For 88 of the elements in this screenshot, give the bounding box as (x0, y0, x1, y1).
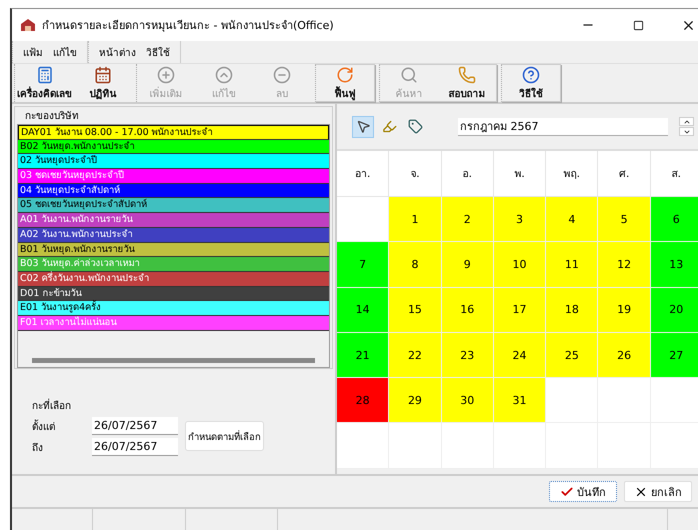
day-cell[interactable]: 31 (494, 378, 546, 424)
toolbar-button[interactable]: วิธีใช้ (502, 65, 560, 101)
save-button[interactable]: บันทึก (549, 481, 617, 502)
shift-item[interactable]: 02 วันหยุดประจำปี (18, 154, 329, 170)
empty-day-cell (442, 423, 494, 469)
day-cell[interactable]: 13 (650, 242, 698, 288)
panel-title: กะของบริษัท (24, 110, 80, 124)
day-cell[interactable]: 28 (337, 378, 390, 424)
empty-day-cell (337, 423, 390, 469)
day-cell[interactable]: 18 (546, 288, 598, 333)
cancel-button[interactable]: ยกเลิก (624, 481, 692, 502)
section-label: กะที่เลือก (32, 398, 72, 412)
empty-day-cell (494, 423, 546, 469)
day-cell[interactable]: 14 (337, 288, 390, 333)
tag-icon (408, 119, 422, 134)
shift-item[interactable]: DAY01 วันงาน 08.00 - 17.00 พนักงานประจำ (18, 125, 329, 140)
menu-item[interactable]: แฟ้ม (23, 44, 43, 60)
day-cell[interactable]: 30 (442, 378, 494, 424)
minus-icon (273, 66, 291, 84)
calculator-icon (36, 66, 54, 84)
shift-item[interactable]: A02 วันงาน.พนักงานประจำ (18, 228, 329, 242)
day-cell[interactable]: 1 (389, 197, 442, 242)
window-title: กำหนดรายละเอียดการหมุนเวียนกะ - พนักงานประจำ(Office) (42, 18, 335, 34)
day-cell[interactable]: 7 (337, 242, 390, 288)
menu-item[interactable]: แก้ไข (53, 44, 77, 60)
day-cell[interactable]: 24 (494, 332, 546, 378)
day-cell[interactable]: 16 (442, 288, 494, 333)
menu-item[interactable]: หน้าต่าง (99, 44, 136, 60)
day-cell[interactable]: 26 (598, 332, 651, 378)
shift-item[interactable]: B01 วันหยุด.พนักงานรายวัน (18, 242, 329, 258)
day-cell[interactable]: 20 (650, 288, 698, 333)
scrollbar-thumb[interactable] (32, 358, 315, 362)
day-cell[interactable]: 25 (546, 332, 598, 378)
shift-item[interactable]: A01 วันงาน.พนักงานรายวัน (18, 213, 329, 228)
day-cell[interactable]: 17 (494, 288, 546, 333)
help-icon (522, 66, 540, 84)
pointer-icon (356, 119, 370, 134)
toolbar-button[interactable]: ปฏิทิน (74, 64, 132, 102)
maximize-icon[interactable] (632, 20, 644, 30)
spin-up-button[interactable] (679, 117, 694, 126)
day-cell[interactable]: 6 (650, 197, 698, 242)
day-cell[interactable]: 2 (442, 197, 494, 242)
apply-button[interactable]: กำหนดตามที่เลือก (185, 421, 264, 451)
shift-item[interactable]: 04 วันหยุดประจำสัปดาห์ (18, 184, 329, 198)
date-field[interactable]: 26/07/2567 (92, 417, 178, 435)
menu-item[interactable]: วิธีใช้ (146, 44, 170, 60)
empty-day-cell (546, 423, 598, 469)
check-icon (560, 484, 574, 498)
up-icon (215, 66, 233, 84)
toolbar-button[interactable]: ฟื้นฟู (316, 65, 374, 101)
date-field[interactable]: 26/07/2567 (92, 438, 178, 456)
day-cell[interactable]: 27 (650, 332, 698, 378)
tool-button[interactable] (352, 116, 374, 138)
day-cell[interactable]: 10 (494, 242, 546, 288)
spin-down-button[interactable] (679, 127, 694, 136)
field-label: ตั้งแต่ (32, 418, 56, 434)
day-cell[interactable]: 23 (442, 332, 494, 378)
field-label: ถึง (32, 442, 44, 454)
calendar-icon (94, 66, 112, 84)
day-cell[interactable]: 8 (389, 242, 442, 288)
weekday-header: อา. (337, 151, 390, 197)
plus-icon (157, 66, 175, 84)
day-cell[interactable]: 29 (389, 378, 442, 424)
day-cell[interactable]: 19 (598, 288, 651, 333)
day-cell[interactable]: 12 (598, 242, 651, 288)
shift-item[interactable]: E01 วันงานรูด4ครั้ง (18, 301, 329, 316)
day-cell[interactable]: 21 (337, 332, 390, 378)
month-field[interactable]: กรกฎาคม 2567 (458, 118, 668, 136)
phone-icon (458, 66, 476, 84)
shift-item[interactable]: 05 ชดเชยวันหยุดประจำสัปดาห์ (18, 198, 329, 214)
day-cell[interactable]: 15 (389, 288, 442, 333)
day-cell[interactable]: 11 (546, 242, 598, 288)
day-cell[interactable]: 3 (494, 197, 546, 242)
refresh-icon (336, 66, 354, 84)
shift-item[interactable]: D01 กะข้ามวัน (18, 286, 329, 302)
day-cell[interactable]: 5 (598, 197, 651, 242)
toolbar-button[interactable]: เครื่องคิดเลข (15, 64, 74, 102)
app-icon (20, 18, 36, 32)
empty-day-cell (389, 423, 442, 469)
search-icon (400, 66, 418, 84)
toolbar-button[interactable]: สอบถาม (438, 65, 496, 101)
shift-item[interactable]: B02 วันหยุด.พนักงานประจำ (18, 140, 329, 154)
day-cell[interactable]: 9 (442, 242, 494, 288)
day-cell[interactable]: 22 (389, 332, 442, 378)
shift-item[interactable]: C02 ครึ่งวันงาน.พนักงานประจำ (18, 272, 329, 287)
highlighter-icon (382, 119, 396, 134)
day-cell[interactable]: 4 (546, 197, 598, 242)
empty-day-cell (598, 378, 651, 424)
